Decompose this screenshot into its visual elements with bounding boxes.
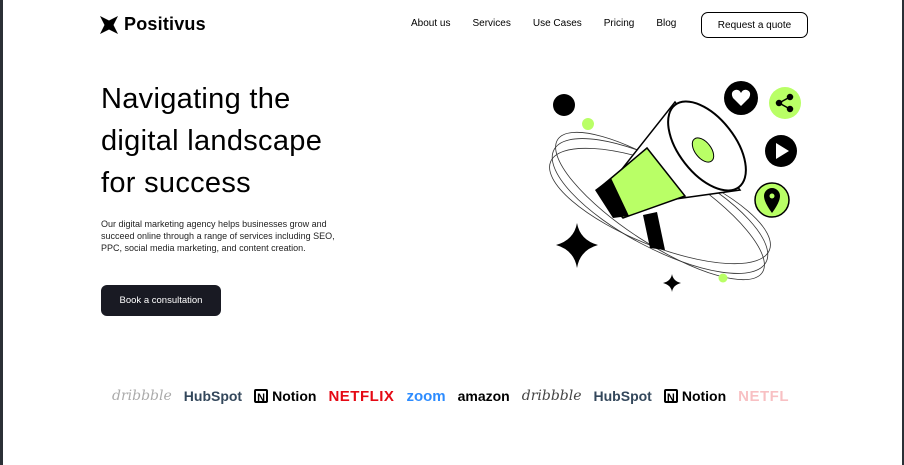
hero-title-line: Navigating the — [101, 83, 291, 115]
notion-n-icon: N — [254, 389, 269, 404]
nav-link-services[interactable]: Services — [472, 18, 510, 29]
hero-title-line: digital landscape — [101, 125, 323, 157]
book-consultation-button[interactable]: Book a consultation — [101, 285, 221, 316]
nav-link-about[interactable]: About us — [411, 18, 450, 29]
window-frame-left — [0, 0, 3, 465]
hero-title: Navigating the digital landscape for suc… — [101, 78, 421, 204]
netflix-logo: NETFL — [738, 387, 789, 405]
brand-logo[interactable]: Positivus — [100, 14, 206, 35]
sparkle-icon — [556, 223, 598, 268]
hubspot-logo: HubSpot — [183, 388, 243, 404]
main-menu: About us Services Use Cases Pricing Blog — [411, 18, 698, 29]
decor-dot-black — [553, 94, 575, 116]
client-logos-strip: dribbble HubSpot N Notion NETFLIX zoom am… — [112, 382, 807, 410]
dribbble-logo: dribbble — [112, 388, 172, 404]
notion-n-icon: N — [663, 389, 678, 404]
logo-text: Positivus — [124, 14, 206, 34]
notion-logo-text: Notion — [272, 388, 317, 404]
zoom-logo: zoom — [406, 387, 446, 405]
decor-dot-green-small — [718, 273, 728, 283]
positivus-logo-icon — [100, 15, 118, 34]
amazon-logo: amazon — [457, 388, 510, 404]
netflix-logo: NETFLIX — [328, 387, 395, 405]
hero-title-line: for success — [101, 167, 251, 199]
request-quote-button[interactable]: Request a quote — [701, 12, 808, 38]
megaphone-illustration — [549, 81, 801, 292]
decor-dot-green — [582, 118, 594, 130]
nav-link-pricing[interactable]: Pricing — [604, 18, 635, 29]
hubspot-logo: HubSpot — [593, 388, 652, 404]
sparkle-small-icon — [663, 274, 681, 292]
top-navigation: Positivus About us Services Use Cases Pr… — [100, 12, 808, 38]
nav-link-use-cases[interactable]: Use Cases — [533, 18, 582, 29]
share-bubble — [769, 87, 801, 119]
notion-logo: N Notion — [254, 388, 316, 404]
notion-logo: N Notion — [663, 388, 727, 404]
notion-logo-text: Notion — [681, 388, 727, 404]
dribbble-logo: dribbble — [521, 388, 582, 404]
nav-link-blog[interactable]: Blog — [656, 18, 676, 29]
hero-description: Our digital marketing agency helps busin… — [101, 219, 335, 253]
